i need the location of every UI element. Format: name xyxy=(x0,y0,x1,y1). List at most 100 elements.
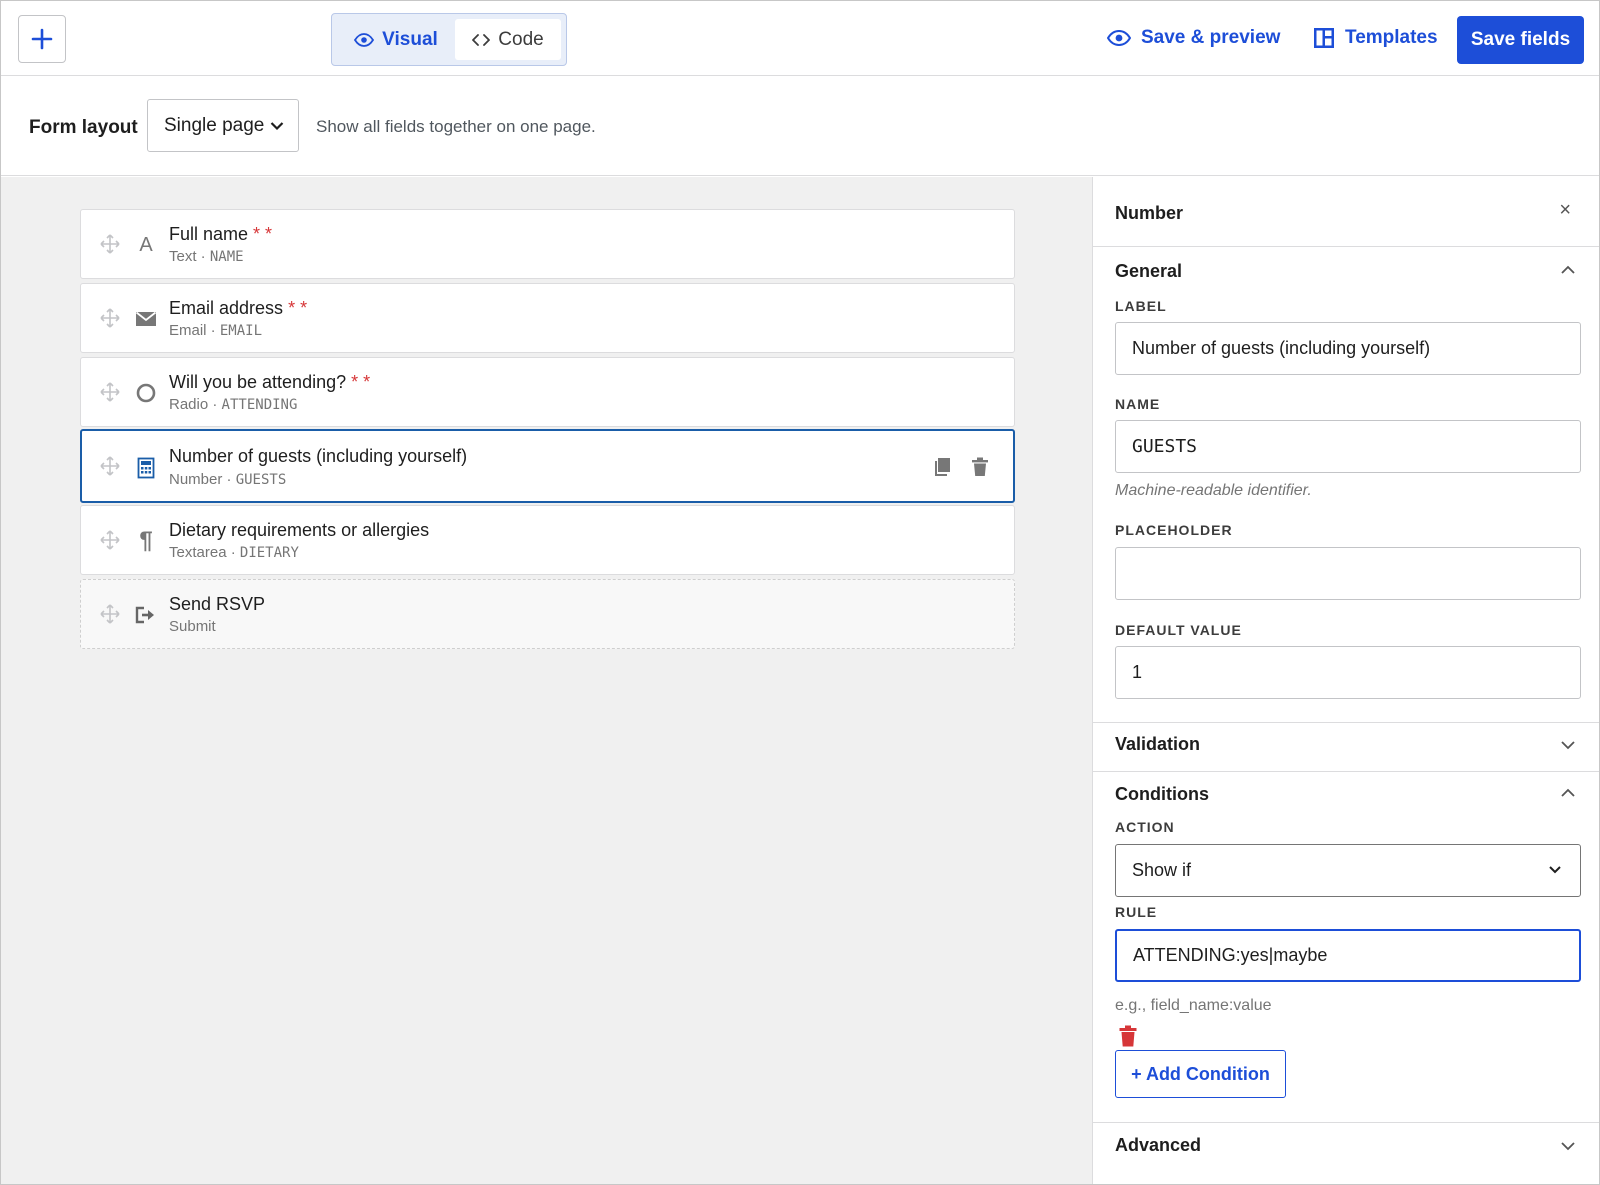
field-card-dietary[interactable]: ¶ Dietary requirements or allergies Text… xyxy=(80,505,1015,575)
drag-handle-icon[interactable] xyxy=(99,455,121,477)
field-title: Dietary requirements or allergies xyxy=(169,520,429,541)
field-title: Send RSVP xyxy=(169,594,265,615)
field-type: Text xyxy=(169,248,197,265)
drag-handle-icon[interactable] xyxy=(99,307,121,329)
action-select[interactable]: Show if xyxy=(1115,844,1581,897)
name-input[interactable]: GUESTS xyxy=(1115,420,1581,473)
field-name: NAME xyxy=(209,249,244,265)
field-name: GUESTS xyxy=(235,472,287,488)
drag-handle-icon[interactable] xyxy=(99,603,121,625)
rule-field-label: RULE xyxy=(1115,904,1158,920)
tab-visual-label: Visual xyxy=(382,28,438,50)
field-title-text: Will you be attending? xyxy=(169,372,347,392)
required-marker: * * xyxy=(253,224,273,244)
save-preview-label: Save & preview xyxy=(1141,27,1281,48)
field-type: Email xyxy=(169,322,207,339)
chevron-down-icon xyxy=(1549,866,1561,874)
duplicate-icon[interactable] xyxy=(933,457,951,477)
field-name: DIETARY xyxy=(239,545,299,561)
field-card-email[interactable]: Email address * * Email · EMAIL xyxy=(80,283,1015,353)
plus-icon xyxy=(31,28,53,50)
envelope-icon xyxy=(133,306,159,332)
general-section-toggle[interactable]: General xyxy=(1115,261,1182,282)
required-marker: * * xyxy=(288,298,308,318)
label-field-label: LABEL xyxy=(1115,298,1167,314)
drag-handle-icon[interactable] xyxy=(99,529,121,551)
save-fields-button[interactable]: Save fields xyxy=(1457,16,1584,64)
calculator-icon xyxy=(133,455,159,481)
paragraph-icon: ¶ xyxy=(139,527,153,554)
form-layout-select[interactable]: Single page xyxy=(147,99,299,152)
advanced-heading: Advanced xyxy=(1115,1135,1202,1155)
form-layout-label: Form layout xyxy=(29,117,138,138)
conditions-section-toggle[interactable]: Conditions xyxy=(1115,784,1209,805)
submit-icon xyxy=(133,602,159,628)
field-meta: Text · NAME xyxy=(169,248,244,265)
placeholder-input[interactable] xyxy=(1115,547,1581,600)
action-select-value: Show if xyxy=(1132,860,1192,880)
field-title: Number of guests (including yourself) xyxy=(169,446,467,467)
required-marker: * * xyxy=(351,372,371,392)
field-settings-panel: Number × General LABEL Number of guests … xyxy=(1092,177,1599,1184)
trash-icon[interactable] xyxy=(971,457,989,477)
chevron-up-icon[interactable] xyxy=(1560,265,1576,275)
default-value-label: DEFAULT VALUE xyxy=(1115,622,1242,638)
save-preview-button[interactable]: Save & preview xyxy=(1107,27,1280,49)
field-title-text: Dietary requirements or allergies xyxy=(169,520,430,540)
name-input-value: GUESTS xyxy=(1132,436,1198,457)
form-layout-help: Show all fields together on one page. xyxy=(316,117,596,136)
tab-visual[interactable]: Visual xyxy=(337,19,455,60)
field-title-text: Full name xyxy=(169,224,249,244)
field-meta: Submit xyxy=(169,618,216,635)
tab-code-label: Code xyxy=(498,28,544,50)
radio-icon xyxy=(133,380,159,406)
trash-icon[interactable] xyxy=(1119,1025,1137,1047)
field-card-attending[interactable]: Will you be attending? * * Radio · ATTEN… xyxy=(80,357,1015,427)
label-input[interactable]: Number of guests (including yourself) xyxy=(1115,322,1581,375)
code-icon xyxy=(472,33,491,46)
field-meta: Textarea · DIETARY xyxy=(169,544,299,561)
add-field-button[interactable] xyxy=(18,15,66,63)
drag-handle-icon[interactable] xyxy=(99,233,121,255)
drag-handle-icon[interactable] xyxy=(99,381,121,403)
field-meta: Email · EMAIL xyxy=(169,322,263,339)
templates-button[interactable]: Templates xyxy=(1313,27,1438,49)
validation-section-toggle[interactable]: Validation xyxy=(1115,734,1200,755)
field-card-guests[interactable]: Number of guests (including yourself) Nu… xyxy=(80,429,1015,503)
field-title-text: Number of guests (including yourself) xyxy=(169,446,468,466)
panel-header: Number × xyxy=(1093,177,1599,247)
field-title: Full name * * xyxy=(169,224,272,245)
chevron-down-icon[interactable] xyxy=(1560,740,1576,750)
panel-title: Number xyxy=(1115,203,1184,223)
field-type: Textarea xyxy=(169,544,227,561)
default-value-input-value: 1 xyxy=(1132,662,1143,682)
chevron-down-icon xyxy=(271,121,284,130)
label-input-value: Number of guests (including yourself) xyxy=(1132,338,1431,358)
field-actions xyxy=(933,457,989,477)
field-card-submit[interactable]: Send RSVP Submit xyxy=(80,579,1015,649)
general-heading: General xyxy=(1115,261,1183,281)
field-card-full-name[interactable]: A Full name * * Text · NAME xyxy=(80,209,1015,279)
layout-grid-icon xyxy=(1314,28,1334,48)
rule-input[interactable]: ATTENDING:yes|maybe xyxy=(1115,929,1581,982)
chevron-up-icon[interactable] xyxy=(1560,788,1576,798)
top-toolbar: Visual Code Save & preview Templates Sav… xyxy=(1,1,1599,76)
default-value-input[interactable]: 1 xyxy=(1115,646,1581,699)
field-meta: Number · GUESTS xyxy=(169,471,287,488)
rule-hint: e.g., field_name:value xyxy=(1115,997,1272,1014)
form-layout-value: Single page xyxy=(164,114,265,136)
form-canvas: A Full name * * Text · NAME Email addres… xyxy=(1,177,1092,1184)
placeholder-field-label: PLACEHOLDER xyxy=(1115,522,1233,538)
validation-heading: Validation xyxy=(1115,734,1201,754)
section-divider xyxy=(1093,1122,1599,1123)
tab-code[interactable]: Code xyxy=(455,19,561,60)
add-condition-button[interactable]: + Add Condition xyxy=(1115,1050,1286,1098)
field-meta: Radio · ATTENDING xyxy=(169,396,298,413)
close-icon[interactable]: × xyxy=(1559,199,1571,222)
name-hint: Machine-readable identifier. xyxy=(1115,482,1312,499)
advanced-section-toggle[interactable]: Advanced xyxy=(1115,1135,1201,1156)
field-title: Email address * * xyxy=(169,298,307,319)
chevron-down-icon[interactable] xyxy=(1560,1141,1576,1151)
field-title: Will you be attending? * * xyxy=(169,372,370,393)
rule-input-value: ATTENDING:yes|maybe xyxy=(1133,945,1328,965)
